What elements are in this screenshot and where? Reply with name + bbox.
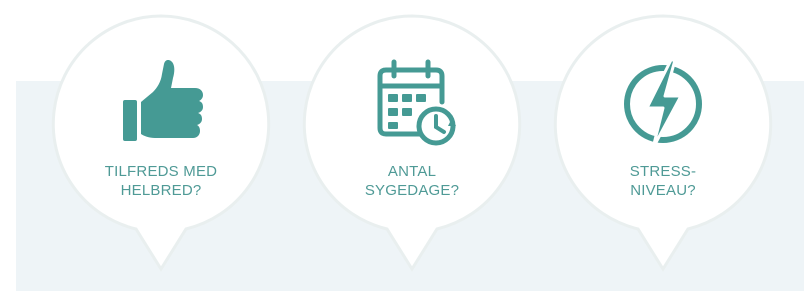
question-label: STRESS- NIVEAU? — [552, 162, 774, 200]
question-label-line2: HELBRED? — [120, 182, 202, 199]
calendar-clock-icon — [377, 59, 456, 146]
question-bubble-sick-days[interactable]: ANTAL SYGEDAGE? — [301, 14, 523, 274]
question-bubble-stress-level[interactable]: STRESS- NIVEAU? — [552, 14, 774, 274]
question-label: TILFREDS MED HELBRED? — [50, 162, 272, 200]
lightning-bolt-icon — [624, 58, 702, 150]
question-label-line2: SYGEDAGE? — [364, 182, 460, 199]
thumbs-up-icon — [123, 60, 203, 141]
survey-questions-section: TILFREDS MED HELBRED? ANTAL SYGEDAGE? ST… — [0, 0, 804, 291]
question-label-line2: NIVEAU? — [630, 182, 696, 199]
question-label-line1: TILFREDS MED — [104, 163, 218, 180]
question-label-line1: ANTAL — [387, 163, 437, 180]
question-bubble-satisfaction[interactable]: TILFREDS MED HELBRED? — [50, 14, 272, 274]
question-label-line1: STRESS- — [629, 163, 697, 180]
question-label: ANTAL SYGEDAGE? — [301, 162, 523, 200]
